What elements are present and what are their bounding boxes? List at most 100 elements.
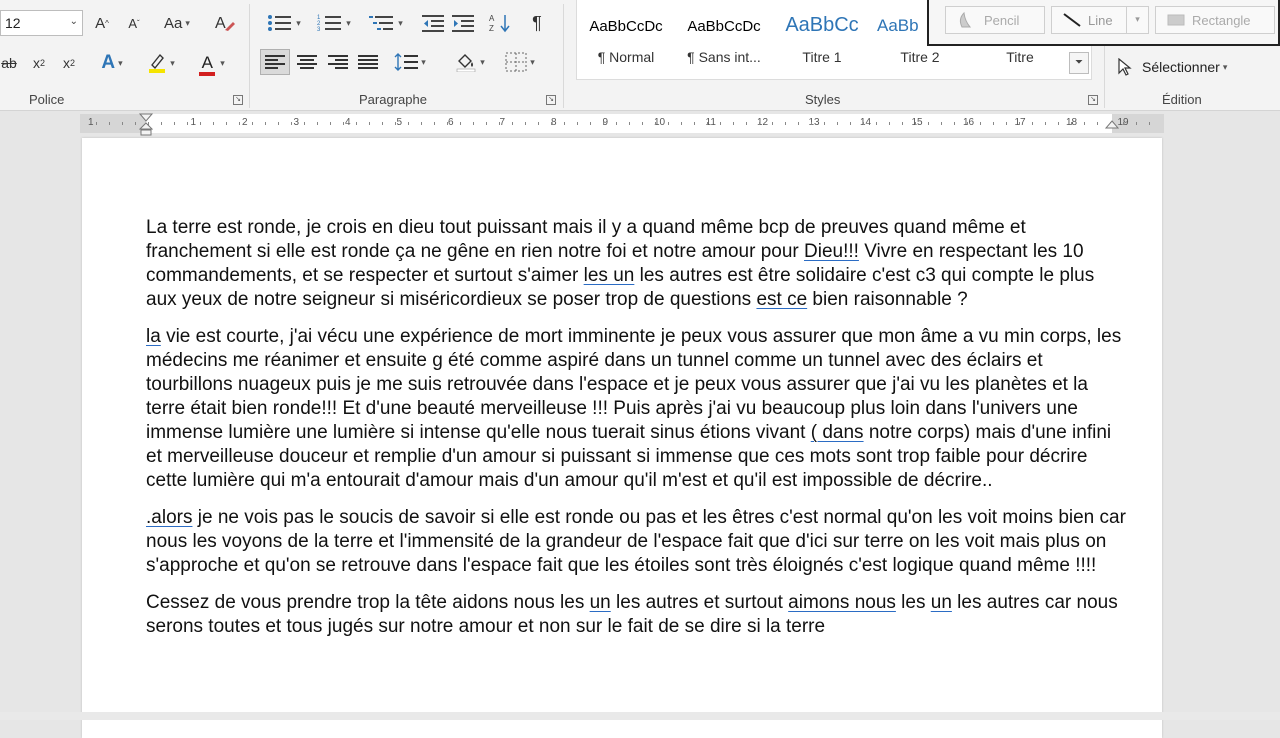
ruler-tick [967, 122, 968, 125]
paragraph[interactable]: la vie est courte, j'ai vécu une expérie… [146, 325, 1126, 493]
paragraph[interactable]: .alors je ne vois pas le soucis de savoi… [146, 506, 1126, 578]
ruler-tick [785, 122, 786, 125]
ruler-tick [551, 122, 552, 125]
line-spacing-button[interactable]: ▾ [390, 49, 430, 75]
style-normal[interactable]: AaBbCcDc ¶ Normal [577, 8, 675, 70]
superscript-button[interactable]: x2 [58, 50, 80, 76]
ruler-tick [603, 122, 604, 125]
ruler-tick [1058, 122, 1059, 125]
align-right-button[interactable] [325, 49, 351, 75]
align-left-button[interactable] [260, 49, 290, 75]
ruler-tick [330, 122, 331, 125]
rectangle-icon [1167, 14, 1185, 26]
rectangle-button[interactable]: Rectangle [1155, 6, 1275, 34]
ruler-tick [811, 122, 812, 125]
ruler-tick [980, 122, 981, 125]
ruler-tick [187, 122, 188, 125]
justify-button[interactable] [355, 49, 381, 75]
ruler-tick [889, 122, 890, 125]
style-sans-interligne[interactable]: AaBbCcDc ¶ Sans int... [675, 8, 773, 70]
ruler-tick [109, 122, 110, 125]
ruler-tick [1097, 122, 1098, 125]
ruler-tick [1084, 122, 1085, 125]
group-label-paragraphe: Paragraphe [359, 92, 427, 107]
increase-indent-button[interactable] [450, 10, 476, 36]
paint-bucket-icon [456, 54, 476, 72]
decrease-indent-button[interactable] [420, 10, 446, 36]
numbering-button[interactable]: 1 2 3 ▾ [312, 10, 356, 36]
ruler-tick [824, 122, 825, 125]
font-color-button[interactable]: A ▾ [190, 50, 232, 76]
document-body[interactable]: La terre est ronde, je crois en dieu tou… [146, 216, 1126, 652]
ruler-tick [525, 122, 526, 125]
horizontal-ruler[interactable]: 112345678910111213141516171819 [0, 111, 1280, 136]
style-name: ¶ Normal [597, 49, 655, 65]
ruler-tick [629, 122, 630, 125]
ruler-tick [343, 122, 344, 125]
ruler-tick [993, 122, 994, 125]
document-page[interactable]: La terre est ronde, je crois en dieu tou… [82, 138, 1162, 738]
ruler-tick [655, 122, 656, 125]
ruler-tick [759, 122, 760, 125]
ruler-tick [928, 122, 929, 125]
pencil-icon [959, 11, 972, 28]
styles-launcher-icon[interactable]: ↘ [1088, 95, 1098, 105]
borders-button[interactable]: ▾ [498, 49, 542, 75]
right-indent-marker[interactable] [1105, 119, 1119, 131]
align-center-button[interactable] [294, 49, 320, 75]
ruler-tick [668, 122, 669, 125]
chevron-down-icon: ⌄ [69, 16, 78, 27]
paragraph[interactable]: Cessez de vous prendre trop la tête aido… [146, 591, 1126, 639]
grammar-flagged-text: un [589, 592, 611, 613]
ruler-tick [902, 122, 903, 125]
clear-format-button[interactable]: A [210, 10, 240, 36]
ruler-tick [863, 122, 864, 125]
ruler-number: 3 [293, 117, 300, 128]
styles-more-button[interactable]: ⏷ [1069, 52, 1089, 74]
rectangle-label: Rectangle [1192, 12, 1251, 28]
font-size-box[interactable]: 12 ⌄ [0, 10, 83, 36]
change-case-button[interactable]: Aa ▾ [156, 10, 198, 36]
style-titre-1[interactable]: AaBbCc Titre 1 [773, 8, 871, 70]
multilevel-list-button[interactable]: ▾ [364, 10, 408, 36]
ruler-number: 6 [448, 117, 454, 128]
text-run: je ne vois pas le soucis de savoir si el… [146, 507, 1126, 576]
show-marks-button[interactable]: ¶ [524, 10, 550, 36]
first-line-indent-marker[interactable] [139, 113, 153, 137]
grow-font-button[interactable]: A ^ [88, 10, 116, 36]
grammar-flagged-text: est ce [756, 289, 808, 310]
ruler-tick [174, 122, 175, 125]
grammar-flagged-text: .alors [146, 507, 193, 528]
align-center-icon [297, 55, 317, 69]
line-button[interactable]: Line ▾ [1051, 6, 1149, 34]
justify-icon [358, 55, 378, 69]
subscript-button[interactable]: x2 [28, 50, 50, 76]
police-launcher-icon[interactable]: ↘ [233, 95, 243, 105]
text-effects-button[interactable]: A ▾ [92, 50, 132, 76]
highlighter-icon [147, 52, 167, 74]
ruler-tick [473, 122, 474, 125]
select-button[interactable]: Sélectionner ▾ [1118, 54, 1248, 80]
align-right-icon [328, 55, 348, 69]
shrink-font-button[interactable]: Aˇ [120, 10, 148, 36]
separator [563, 4, 564, 108]
ruler-tick [239, 122, 240, 125]
highlight-button[interactable]: ▾ [140, 50, 182, 76]
sort-button[interactable]: AZ [486, 10, 514, 36]
strikethrough-button[interactable]: ab [0, 50, 18, 76]
svg-text:Z: Z [489, 24, 494, 33]
ruler-tick [798, 122, 799, 125]
ruler-tick [369, 122, 370, 125]
paragraph[interactable]: La terre est ronde, je crois en dieu tou… [146, 216, 1126, 312]
ruler-tick [213, 122, 214, 125]
ruler-tick [1019, 122, 1020, 125]
pencil-button[interactable]: Pencil [945, 6, 1045, 34]
paragraphe-launcher-icon[interactable]: ↘ [546, 95, 556, 105]
ruler-tick [226, 122, 227, 125]
ruler-tick [278, 122, 279, 125]
bullets-button[interactable]: ▾ [262, 10, 306, 36]
grammar-flagged-text: Dieu!!! [804, 241, 859, 262]
style-name: Titre 1 [802, 49, 842, 65]
shading-button[interactable]: ▾ [450, 49, 490, 75]
ruler-tick [265, 122, 266, 125]
